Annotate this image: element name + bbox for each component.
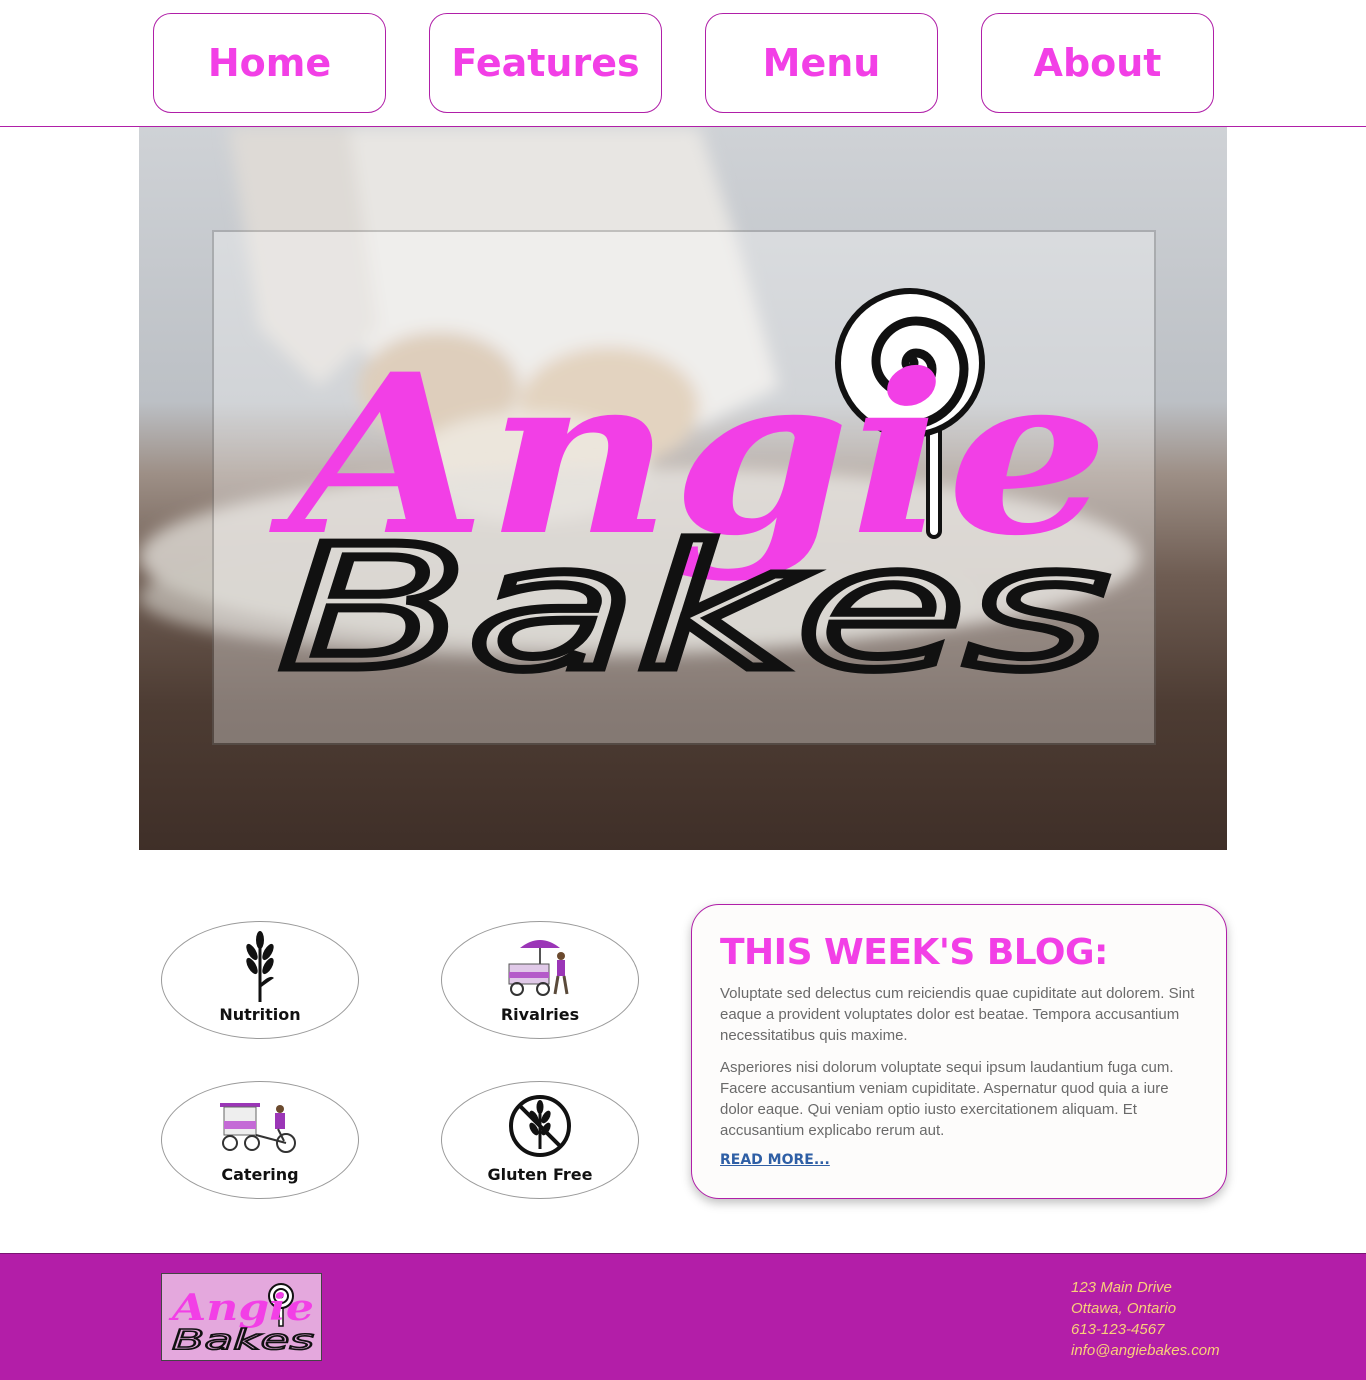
nav-features-label: Features <box>451 41 640 85</box>
footer-phone[interactable]: 613-123-4567 <box>1071 1319 1220 1340</box>
feature-nutrition[interactable]: Nutrition <box>161 921 359 1039</box>
nav-about-button[interactable]: About <box>981 13 1214 113</box>
feature-gluten-free[interactable]: Gluten Free <box>441 1081 639 1199</box>
nav-about-label: About <box>1033 41 1162 85</box>
nav-home-label: Home <box>207 41 332 85</box>
read-more-link[interactable]: READ MORE... <box>720 1152 830 1168</box>
top-navigation: Home Features Menu About <box>0 0 1366 127</box>
nav-menu-button[interactable]: Menu <box>705 13 938 113</box>
feature-label-rivalries: Rivalries <box>500 1005 580 1024</box>
footer-address-line-1: 123 Main Drive <box>1071 1279 1172 1296</box>
hero-banner: Angie Bakes <box>139 127 1227 850</box>
logo-text-bottom: Bakes <box>279 510 1109 708</box>
feature-label-catering: Catering <box>221 1165 299 1184</box>
feature-label-nutrition: Nutrition <box>219 1005 301 1024</box>
footer-address-line-2: Ottawa, Ontario <box>1071 1300 1177 1317</box>
footer-contact: 123 Main Drive Ottawa, Ontario 613-123-4… <box>1071 1277 1220 1361</box>
site-footer: Angie Bakes 123 Main Drive Ottawa, Ontar… <box>0 1253 1366 1380</box>
feature-rivalries[interactable]: Rivalries <box>441 921 639 1039</box>
food-cart-icon <box>508 940 569 996</box>
wheat-icon <box>246 931 274 1002</box>
nav-home-button[interactable]: Home <box>153 13 386 113</box>
footer-logo[interactable]: Angie Bakes <box>161 1273 322 1361</box>
no-gluten-icon <box>509 1095 571 1157</box>
blog-heading: THIS WEEK'S BLOG: <box>720 932 1108 973</box>
blog-paragraph-1: Voluptate sed delectus cum reiciendis qu… <box>720 985 1195 1044</box>
catering-bike-icon <box>220 1103 296 1153</box>
footer-logo-bottom: Bakes <box>172 1323 314 1356</box>
feature-label-gluten-free: Gluten Free <box>487 1165 593 1184</box>
angie-bakes-logo: Angie Bakes <box>268 288 1114 713</box>
nav-features-button[interactable]: Features <box>429 13 662 113</box>
footer-email[interactable]: info@angiebakes.com <box>1071 1340 1220 1361</box>
nav-menu-label: Menu <box>762 41 881 85</box>
blog-paragraph-2: Asperiores nisi dolorum voluptate sequi … <box>720 1059 1174 1139</box>
blog-card: THIS WEEK'S BLOG: Voluptate sed delectus… <box>691 904 1227 1199</box>
footer-logo-graphic: Angie Bakes <box>168 1283 315 1357</box>
feature-catering[interactable]: Catering <box>161 1081 359 1199</box>
